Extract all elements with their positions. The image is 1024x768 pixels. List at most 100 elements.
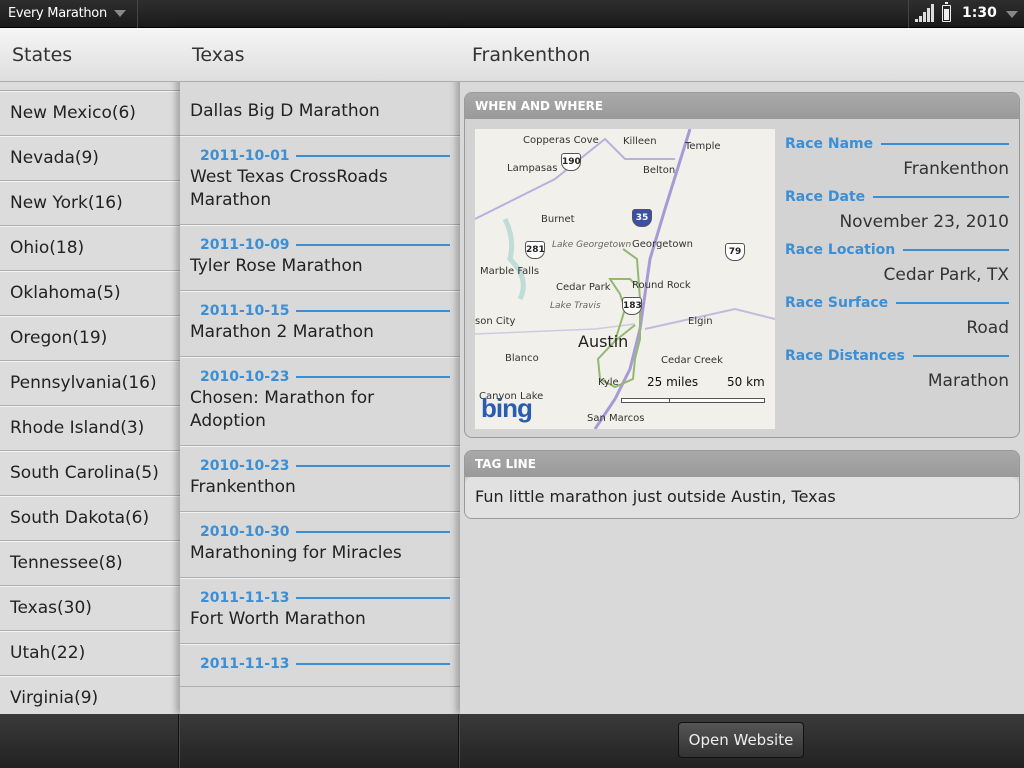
bing-logo: bing (481, 393, 533, 423)
race-date: 2011-11-13 (190, 645, 450, 672)
divider (295, 597, 450, 599)
state-item[interactable]: Nevada(9) (0, 136, 180, 181)
state-item[interactable]: Rhode Island(3) (0, 406, 180, 451)
race-item[interactable]: 2010-10-23 Frankenthon (180, 446, 460, 512)
divider (873, 196, 1009, 198)
field-value: Marathon (927, 371, 1009, 391)
divider (295, 244, 450, 246)
race-date: 2011-10-09 (190, 226, 450, 253)
field-label-text: Race Surface (785, 295, 889, 311)
panel-title: WHEN AND WHERE (465, 93, 1019, 119)
states-list: New Mexico(6) Nevada(9) New York(16) Ohio(1… (0, 90, 180, 714)
map-label: Lake Travis (550, 301, 601, 311)
race-item[interactable]: 2011-11-13 (180, 644, 460, 687)
divider (178, 714, 180, 768)
races-pane: Texas Dallas Big D Marathon 2011-10-01 Wes… (180, 28, 460, 714)
race-item[interactable]: 2011-10-15 Marathon 2 Marathon (180, 291, 460, 357)
highway-shield: 183 (622, 297, 642, 315)
race-date: 2011-11-13 (190, 579, 450, 606)
open-website-button[interactable]: Open Website (678, 722, 804, 758)
race-title: Chosen: Marathon for Adoption (190, 388, 375, 431)
race-fields: Race Name Frankenthon Race Date November 23… (785, 133, 1009, 398)
map-label: Belton (643, 165, 676, 176)
field-label: Race Name (785, 133, 1009, 155)
field-value: November 23, 2010 (839, 212, 1009, 232)
map-label: Copperas Cove (523, 135, 599, 146)
state-item[interactable]: New Mexico(6) (0, 91, 180, 136)
bottom-bar: Open Website (0, 714, 1024, 768)
race-title: Marathon 2 Marathon (190, 322, 374, 342)
status-menu[interactable]: 1:30 (908, 0, 1024, 28)
map-label: Killeen (623, 136, 657, 147)
race-map[interactable]: Copperas Cove Killeen Temple Lampasas Be… (475, 129, 775, 429)
divider (912, 355, 1009, 357)
divider (903, 249, 1009, 251)
state-item[interactable]: Texas(30) (0, 586, 180, 631)
race-date: 2011-10-15 (190, 292, 450, 319)
field-label: Race Date (785, 186, 1009, 208)
map-label: San Marcos (587, 413, 645, 424)
state-item[interactable]: Oklahoma(5) (0, 271, 180, 316)
highway-shield: 281 (525, 241, 545, 259)
divider (881, 143, 1009, 145)
state-item[interactable]: New York(16) (0, 181, 180, 226)
divider (458, 714, 460, 768)
divider (295, 663, 450, 665)
race-title: Dallas Big D Marathon (190, 101, 380, 121)
highway-shield: 190 (561, 153, 581, 171)
race-title: Tyler Rose Marathon (190, 256, 363, 276)
state-item[interactable]: Ohio(18) (0, 226, 180, 271)
divider (295, 465, 450, 467)
state-item[interactable]: South Carolina(5) (0, 451, 180, 496)
race-title: Frankenthon (190, 477, 296, 497)
race-date-text: 2011-10-09 (200, 237, 290, 253)
app-menu[interactable]: Every Marathon (0, 0, 138, 28)
race-item[interactable]: 2011-10-01 West Texas CrossRoads Marathon (180, 136, 460, 225)
scale-bar (621, 398, 765, 403)
map-label: son City (475, 316, 516, 327)
tag-line-text: Fun little marathon just outside Austin,… (465, 477, 1019, 518)
race-title: West Texas CrossRoads Marathon (190, 167, 388, 210)
battery-icon (942, 2, 951, 22)
map-label: Lampasas (507, 163, 558, 174)
detail-pane: Frankenthon WHEN AND WHERE Copperas Cove… (460, 28, 1024, 714)
race-list: Dallas Big D Marathon 2011-10-01 West Texa… (180, 70, 460, 687)
map-label: Blanco (505, 353, 539, 364)
field-label: Race Location (785, 239, 1009, 261)
map-label: Burnet (541, 214, 575, 225)
field-label-text: Race Distances (785, 348, 905, 364)
state-item[interactable]: Virginia(9) (0, 676, 180, 714)
state-item[interactable]: South Dakota(6) (0, 496, 180, 541)
race-date: 2010-10-23 (190, 447, 450, 474)
map-label: Kyle (598, 377, 619, 388)
map-label: Temple (685, 141, 721, 152)
state-item[interactable]: Tennessee(8) (0, 541, 180, 586)
race-title: Marathoning for Miracles (190, 543, 402, 563)
map-label: Marble Falls (480, 266, 540, 277)
map-label: Round Rock (632, 280, 691, 291)
detail-header: Frankenthon (460, 28, 1024, 82)
divider (295, 531, 450, 533)
race-item[interactable]: 2011-11-13 Fort Worth Marathon (180, 578, 460, 644)
tag-line-panel: TAG LINE Fun little marathon just outsid… (464, 450, 1020, 519)
race-date: 2011-10-01 (190, 137, 450, 164)
state-item[interactable]: Utah(22) (0, 631, 180, 676)
divider (896, 302, 1009, 304)
divider (295, 155, 450, 157)
field-label: Race Surface (785, 292, 1009, 314)
field-label-text: Race Date (785, 189, 866, 205)
race-title: Fort Worth Marathon (190, 609, 366, 629)
field-value: Cedar Park, TX (883, 265, 1009, 285)
race-item[interactable]: 2010-10-23 Chosen: Marathon for Adoption (180, 357, 460, 446)
race-date-text: 2010-10-30 (200, 524, 290, 540)
race-item[interactable]: 2010-10-30 Marathoning for Miracles (180, 512, 460, 578)
map-label: Elgin (688, 316, 713, 327)
states-pane: States New Mexico(6) Nevada(9) New York(16… (0, 28, 180, 714)
state-item[interactable]: Oregon(19) (0, 316, 180, 361)
scale-miles: 25 miles (647, 375, 699, 389)
scale-km: 50 km (727, 375, 765, 389)
state-item[interactable]: Pennsylvania(16) (0, 361, 180, 406)
race-item[interactable]: 2011-10-09 Tyler Rose Marathon (180, 225, 460, 291)
top-bar: Every Marathon 1:30 (0, 0, 1024, 28)
race-date: 2010-10-23 (190, 358, 450, 385)
